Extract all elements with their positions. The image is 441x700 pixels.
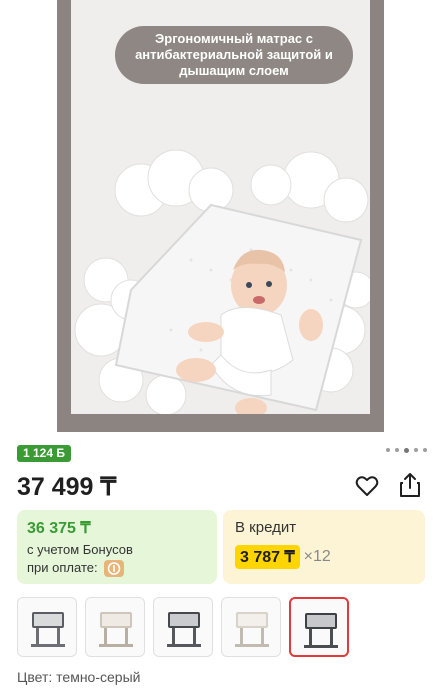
color-thumbnail[interactable]: [221, 597, 281, 657]
credit-row: 3 787 ₸ ×12: [235, 545, 331, 569]
pagination-dot[interactable]: [414, 448, 418, 452]
color-thumbnails: [17, 597, 349, 657]
caption-line-2: антибактериальной защитой и: [135, 47, 333, 62]
pagination-dot[interactable]: [395, 448, 399, 452]
color-thumbnail[interactable]: [85, 597, 145, 657]
product-gallery[interactable]: Эргономичный матрас с антибактериальной …: [0, 0, 441, 435]
image-caption: Эргономичный матрас с антибактериальной …: [115, 26, 353, 84]
color-thumbnail[interactable]: [153, 597, 213, 657]
crib-image: [235, 612, 269, 647]
bonus-badge: 1 124 Б: [17, 445, 71, 462]
selected-color-label: Цвет: темно-серый: [17, 669, 141, 685]
color-thumbnail[interactable]: [17, 597, 77, 657]
caption-line-1: Эргономичный матрас с: [155, 31, 313, 46]
credit-card[interactable]: В кредит 3 787 ₸ ×12: [223, 510, 425, 584]
bonus-line-2: при оплате:: [27, 560, 98, 575]
product-price: 37 499 ₸: [17, 473, 117, 501]
credit-title: В кредит: [235, 519, 297, 536]
product-image-frame[interactable]: Эргономичный матрас с антибактериальной …: [57, 0, 384, 432]
crib-image: [167, 612, 201, 647]
credit-multiplier: ×12: [303, 548, 331, 565]
pagination-dot[interactable]: [386, 448, 390, 452]
favorite-heart-icon[interactable]: [355, 474, 379, 498]
bonus-price-card[interactable]: 36 375 ₸ с учетом Бонусов при оплате:: [17, 510, 217, 584]
pagination-dot[interactable]: [423, 448, 427, 452]
bonus-line-1: с учетом Бонусов: [27, 542, 133, 557]
color-thumbnail-selected[interactable]: [289, 597, 349, 657]
product-image[interactable]: Эргономичный матрас с антибактериальной …: [71, 0, 370, 414]
crib-image: [304, 613, 338, 648]
credit-monthly-amount: 3 787 ₸: [235, 545, 300, 569]
bonus-price: 36 375 ₸: [27, 520, 91, 537]
bonus-line-2-row: при оплате:: [27, 560, 125, 578]
gallery-pagination[interactable]: [386, 448, 427, 453]
share-icon[interactable]: [398, 472, 422, 498]
crib-image: [99, 612, 133, 647]
crib-image: [31, 612, 65, 647]
pagination-dot-active[interactable]: [404, 448, 409, 453]
caption-line-3: дышащим слоем: [179, 63, 289, 78]
payment-coin-icon: [104, 560, 125, 578]
